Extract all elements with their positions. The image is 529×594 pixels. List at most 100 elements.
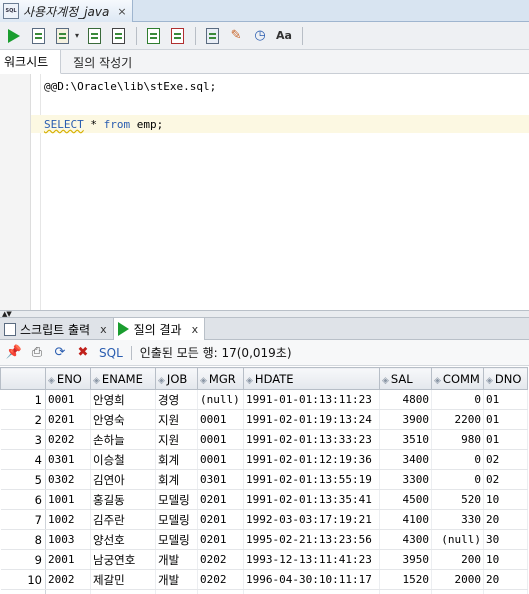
- cell-hdate[interactable]: 1991-02-01:13:33:23: [243, 429, 380, 450]
- cell-eno[interactable]: 0301: [45, 449, 91, 470]
- column-header-eno[interactable]: ◈ ENO: [45, 367, 91, 390]
- cell-eno[interactable]: [45, 589, 91, 594]
- cell-hdate[interactable]: 1992-03-03:17:19:21: [243, 509, 380, 530]
- cell-sal[interactable]: 3400: [379, 449, 432, 470]
- print-icon[interactable]: ⎙: [28, 344, 46, 362]
- cell-hdate[interactable]: 1995-02-21:13:23:56: [243, 529, 380, 550]
- tab-query-result[interactable]: 질의 결과 x: [113, 318, 206, 340]
- table-row[interactable]: 5 0302 김연아 회계 0301 1991-02-01:13:55:19 3300 0 02: [0, 469, 528, 490]
- chevron-down-icon[interactable]: ▾: [75, 31, 79, 40]
- cell-mgr[interactable]: 0201: [197, 489, 244, 510]
- cell-ename[interactable]: 안영숙: [90, 409, 156, 430]
- cell-eno[interactable]: 1002: [45, 509, 91, 530]
- cell-job[interactable]: 경영: [155, 389, 198, 410]
- cell-eno[interactable]: 0201: [45, 409, 91, 430]
- row-number[interactable]: 7: [0, 509, 46, 530]
- cell-job[interactable]: 개발: [155, 569, 198, 590]
- autotrace-icon[interactable]: [51, 25, 73, 47]
- cell-sal[interactable]: 4800: [379, 389, 432, 410]
- cell-sal[interactable]: [379, 589, 432, 594]
- column-header-dno[interactable]: ◈ DNO: [483, 367, 528, 390]
- table-row[interactable]: 3 0202 손하늘 지원 0001 1991-02-01:13:33:23 3510 980…: [0, 429, 528, 450]
- rollback-icon[interactable]: [166, 25, 188, 47]
- tab-script-output[interactable]: 스크립트 출력 x: [0, 318, 114, 340]
- cell-mgr[interactable]: 0202: [197, 569, 244, 590]
- cell-ename[interactable]: 홍길동: [90, 489, 156, 510]
- cell-ename[interactable]: 남궁연호: [90, 549, 156, 570]
- cell-job[interactable]: 지원: [155, 429, 198, 450]
- cell-mgr[interactable]: 0001: [197, 449, 244, 470]
- cell-mgr[interactable]: (null): [197, 389, 244, 410]
- cell-ename[interactable]: 이승철: [90, 449, 156, 470]
- cell-comm[interactable]: 0: [431, 389, 484, 410]
- cell-dno[interactable]: 01: [483, 429, 528, 450]
- unshared-sql-icon[interactable]: [201, 25, 223, 47]
- cell-dno[interactable]: 30: [483, 529, 528, 550]
- row-number[interactable]: 2: [0, 409, 46, 430]
- cell-hdate[interactable]: 1991-02-01:13:35:41: [243, 489, 380, 510]
- cell-hdate[interactable]: 1991-02-01:13:55:19: [243, 469, 380, 490]
- cell-hdate[interactable]: [243, 589, 380, 594]
- panel-splitter[interactable]: ▲▼: [0, 310, 529, 318]
- table-row[interactable]: 6 1001 홍길동 모델링 0201 1991-02-01:13:35:41 4500 52…: [0, 489, 528, 510]
- cell-eno[interactable]: 0302: [45, 469, 91, 490]
- history-icon[interactable]: ◷: [249, 25, 271, 47]
- row-number[interactable]: 1: [0, 389, 46, 410]
- cell-comm[interactable]: 330: [431, 509, 484, 530]
- cell-mgr[interactable]: 0001: [197, 429, 244, 450]
- cell-comm[interactable]: 520: [431, 489, 484, 510]
- splitter-arrows-icon[interactable]: ▲▼: [2, 310, 12, 318]
- cell-sal[interactable]: 3300: [379, 469, 432, 490]
- cell-job[interactable]: 회계: [155, 469, 198, 490]
- cell-hdate[interactable]: 1993-12-13:11:41:23: [243, 549, 380, 570]
- cell-eno[interactable]: 0001: [45, 389, 91, 410]
- cell-job[interactable]: 모델링: [155, 529, 198, 550]
- cell-ename[interactable]: 양선호: [90, 529, 156, 550]
- refresh-icon[interactable]: ⟳: [51, 344, 69, 362]
- cell-eno[interactable]: 2001: [45, 549, 91, 570]
- cell-hdate[interactable]: 1996-04-30:10:11:17: [243, 569, 380, 590]
- table-row[interactable]: 4 0301 이승철 회계 0001 1991-02-01:12:19:36 3400 0 02: [0, 449, 528, 470]
- cell-comm[interactable]: [431, 589, 484, 594]
- cell-job[interactable]: 모델링: [155, 489, 198, 510]
- cell-mgr[interactable]: 0202: [197, 549, 244, 570]
- code-line-1[interactable]: @@D:\Oracle\lib\stExe.sql;: [44, 80, 216, 93]
- cell-dno[interactable]: 10: [483, 489, 528, 510]
- cell-mgr[interactable]: 0201: [197, 509, 244, 530]
- close-icon[interactable]: ×: [117, 5, 126, 18]
- cell-dno[interactable]: 20: [483, 569, 528, 590]
- cell-comm[interactable]: 2200: [431, 409, 484, 430]
- cell-mgr[interactable]: 0001: [197, 409, 244, 430]
- cell-ename[interactable]: 김연아: [90, 469, 156, 490]
- column-header-sal[interactable]: ◈ SAL: [379, 367, 432, 390]
- cell-eno[interactable]: 2002: [45, 569, 91, 590]
- sql-link[interactable]: SQL: [99, 346, 123, 360]
- cell-eno[interactable]: 0202: [45, 429, 91, 450]
- table-row[interactable]: 7 1002 김주란 모델링 0201 1992-03-03:17:19:21 4100 33…: [0, 509, 528, 530]
- cell-sal[interactable]: 4300: [379, 529, 432, 550]
- cell-ename[interactable]: 제갈민: [90, 569, 156, 590]
- cell-mgr[interactable]: 0301: [197, 469, 244, 490]
- table-row[interactable]: 1 0001 안영희 경영 (null) 1991-01-01:13:11:23 4800 0…: [0, 389, 528, 410]
- sql-editor[interactable]: @@D:\Oracle\lib\stExe.sql; SELECT * from…: [0, 74, 529, 310]
- table-row[interactable]: 11: [0, 589, 528, 594]
- cell-job[interactable]: 지원: [155, 409, 198, 430]
- cell-sal[interactable]: 3950: [379, 549, 432, 570]
- row-number[interactable]: 3: [0, 429, 46, 450]
- file-tab[interactable]: SQL 사용자계정_java ×: [0, 0, 133, 22]
- cell-dno[interactable]: 20: [483, 509, 528, 530]
- column-header-job[interactable]: ◈ JOB: [155, 367, 198, 390]
- cell-job[interactable]: 모델링: [155, 509, 198, 530]
- cell-hdate[interactable]: 1991-01-01:13:11:23: [243, 389, 380, 410]
- column-header-hdate[interactable]: ◈ HDATE: [243, 367, 380, 390]
- cell-sal[interactable]: 3510: [379, 429, 432, 450]
- row-number[interactable]: 10: [0, 569, 46, 590]
- cell-sal[interactable]: 3900: [379, 409, 432, 430]
- run-script-icon[interactable]: [27, 25, 49, 47]
- commit-icon[interactable]: [142, 25, 164, 47]
- cell-eno[interactable]: 1001: [45, 489, 91, 510]
- cell-comm[interactable]: 980: [431, 429, 484, 450]
- clear-icon[interactable]: ✎: [225, 25, 247, 47]
- column-header-mgr[interactable]: ◈ MGR: [197, 367, 244, 390]
- table-row[interactable]: 8 1003 양선호 모델링 0201 1995-02-21:13:23:56 4300 (n…: [0, 529, 528, 550]
